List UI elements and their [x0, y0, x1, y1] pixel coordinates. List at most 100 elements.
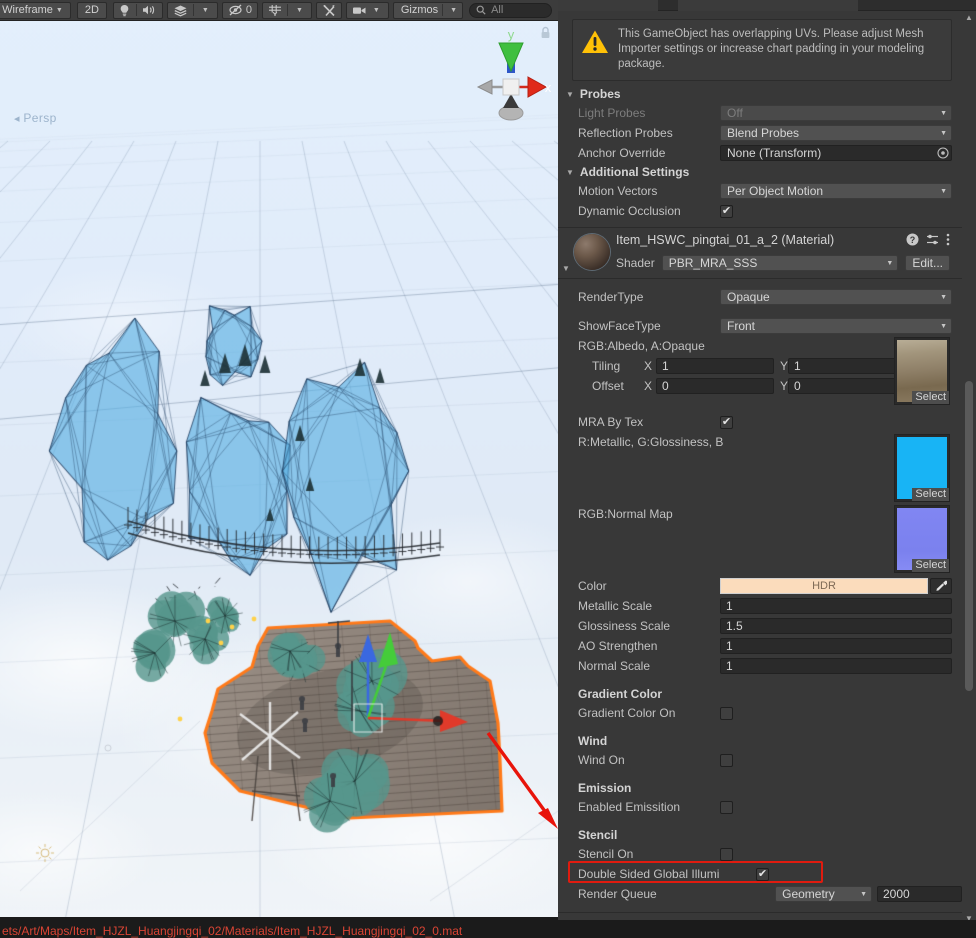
ao-strengthen-label: AO Strengthen — [578, 639, 720, 653]
tiling-x-axis-label: X — [644, 359, 656, 373]
light-probes-dropdown[interactable]: Off ▼ — [720, 105, 952, 121]
scene-perspective-label[interactable]: ◂ Persp — [14, 111, 57, 125]
scene-fx-group: ▼ — [167, 2, 218, 19]
shader-label: Shader — [616, 256, 655, 270]
gradient-color-on-checkbox[interactable]: ✔ — [720, 707, 733, 720]
scene-fx-dropdown[interactable]: ▼ — [194, 2, 217, 19]
svg-text:x: x — [545, 80, 552, 95]
glossiness-scale-input[interactable]: 1.5 — [720, 618, 952, 634]
scene-viewport[interactable]: y x ◂ Persp — [0, 21, 558, 917]
shader-edit-button[interactable]: Edit... — [905, 255, 950, 271]
scene-grid-dropdown[interactable]: ▼ — [288, 2, 311, 19]
anchor-override-objectfield[interactable]: None (Transform) — [720, 145, 952, 161]
row-anchor-override: Anchor Override None (Transform) — [558, 143, 962, 163]
color-swatch[interactable]: HDR — [720, 578, 928, 594]
tab-inspector[interactable] — [558, 0, 658, 11]
tiling-y-input[interactable]: 1 — [788, 358, 906, 374]
scene-lighting-toggle[interactable] — [114, 2, 136, 19]
shader-dropdown[interactable]: PBR_MRA_SSS ▼ — [662, 255, 899, 271]
scene-search-input[interactable]: All — [469, 3, 552, 18]
scene-grid-toggle[interactable] — [263, 2, 287, 19]
scene-hidden-objects-toggle[interactable]: 0 — [223, 2, 257, 19]
eyedropper-icon[interactable] — [930, 578, 952, 594]
light-probes-value: Off — [727, 106, 743, 120]
glossiness-scale-label: Glossiness Scale — [578, 619, 720, 633]
material-header: ▼ Item_HSWC_pingtai_01_a_2 (Material) ? — [558, 227, 962, 279]
shading-mode-dropdown[interactable]: d Wireframe ▼ — [0, 2, 71, 19]
show-face-type-value: Front — [727, 319, 755, 333]
enabled-emission-checkbox[interactable]: ✔ — [720, 801, 733, 814]
speaker-icon — [142, 4, 157, 16]
scene-audio-toggle[interactable] — [137, 2, 162, 19]
gradient-color-on-label: Gradient Color On — [578, 706, 720, 720]
additional-settings-foldout[interactable]: ▼ Additional Settings — [558, 163, 962, 181]
stencil-on-checkbox[interactable]: ✔ — [720, 848, 733, 861]
inspector-scrollbar[interactable]: ▲ ▼ — [962, 11, 976, 938]
probes-foldout[interactable]: ▼ Probes — [558, 85, 962, 103]
albedo-select-button[interactable]: Select — [912, 391, 949, 404]
normal-texture-slot[interactable]: Select — [894, 505, 950, 573]
tiling-x-input[interactable]: 1 — [656, 358, 774, 374]
row-glossiness-scale: Glossiness Scale 1.5 — [558, 616, 962, 636]
metallic-scale-input[interactable]: 1 — [720, 598, 952, 614]
target-icon[interactable] — [937, 147, 949, 159]
shading-mode-label: d Wireframe — [0, 4, 53, 16]
render-queue-mode-dropdown[interactable]: Geometry ▼ — [775, 886, 872, 902]
render-queue-mode-value: Geometry — [782, 887, 835, 901]
inspector-tab-bar[interactable] — [558, 0, 976, 11]
row-stencil-on: Stencil On ✔ — [558, 844, 962, 864]
gizmos-dropdown[interactable]: Gizmos ▼ — [393, 2, 463, 19]
reflection-probes-value: Blend Probes — [727, 126, 799, 140]
toggle-2d-button[interactable]: 2D — [77, 2, 107, 19]
render-queue-input[interactable]: 2000 — [877, 886, 962, 902]
preset-icon[interactable] — [926, 233, 939, 246]
normal-select-button[interactable]: Select — [912, 559, 949, 572]
wind-on-label: Wind On — [578, 753, 720, 767]
kebab-menu-icon[interactable] — [946, 233, 950, 246]
chevron-down-icon: ▼ — [199, 7, 212, 14]
scene-render-canvas[interactable] — [0, 21, 558, 917]
normal-scale-input[interactable]: 1 — [720, 658, 952, 674]
stencil-heading: Stencil — [558, 827, 962, 844]
scrollbar-thumb[interactable] — [965, 381, 973, 691]
help-icon[interactable]: ? — [906, 233, 919, 246]
dsgi-checkbox[interactable]: ✔ — [756, 868, 769, 881]
row-gradient-color-on: Gradient Color On ✔ — [558, 703, 962, 723]
wind-on-checkbox[interactable]: ✔ — [720, 754, 733, 767]
emission-heading: Emission — [558, 780, 962, 797]
lock-icon[interactable] — [540, 26, 551, 42]
scene-status-bar: ets/Art/Maps/Item_HJZL_Huangjingqi_02/Ma… — [0, 917, 558, 938]
mra-by-tex-label: MRA By Tex — [578, 415, 720, 429]
mra-texture-slot[interactable]: Select — [894, 434, 950, 502]
scene-lighting-audio-group — [113, 2, 163, 19]
triangle-up-icon[interactable]: ▲ — [964, 13, 974, 23]
scene-view-panel: d Wireframe ▼ 2D — [0, 0, 558, 938]
mra-by-tex-checkbox[interactable]: ✔ — [720, 416, 733, 429]
row-normal-scale: Normal Scale 1 — [558, 656, 962, 676]
render-type-value: Opaque — [727, 290, 770, 304]
scene-camera-button[interactable]: ▼ — [347, 2, 388, 19]
tab-secondary[interactable] — [678, 0, 858, 11]
normal-scale-label: Normal Scale — [578, 659, 720, 673]
chevron-down-icon: ▼ — [940, 188, 947, 195]
offset-x-input[interactable]: 0 — [656, 378, 774, 394]
eye-off-icon — [228, 4, 243, 16]
motion-vectors-dropdown[interactable]: Per Object Motion ▼ — [720, 183, 952, 199]
tiling-label: Tiling — [592, 359, 644, 373]
ao-strengthen-input[interactable]: 1 — [720, 638, 952, 654]
effects-icon — [173, 4, 188, 17]
divider — [442, 4, 443, 16]
scene-component-tools-button[interactable] — [317, 2, 341, 19]
albedo-texture-slot[interactable]: Select — [894, 337, 950, 405]
inspector-content: This GameObject has overlapping UVs. Ple… — [558, 11, 962, 938]
stencil-on-label: Stencil On — [578, 847, 720, 861]
material-foldout-icon[interactable]: ▼ — [562, 264, 570, 273]
mra-select-button[interactable]: Select — [912, 488, 949, 501]
reflection-probes-dropdown[interactable]: Blend Probes ▼ — [720, 125, 952, 141]
offset-y-input[interactable]: 0 — [788, 378, 906, 394]
show-face-type-dropdown[interactable]: Front ▼ — [720, 318, 952, 334]
dynamic-occlusion-checkbox[interactable]: ✔ — [720, 205, 733, 218]
scene-fx-toggle[interactable] — [168, 2, 193, 19]
render-type-dropdown[interactable]: Opaque ▼ — [720, 289, 952, 305]
chevron-down-icon: ▼ — [860, 891, 867, 898]
